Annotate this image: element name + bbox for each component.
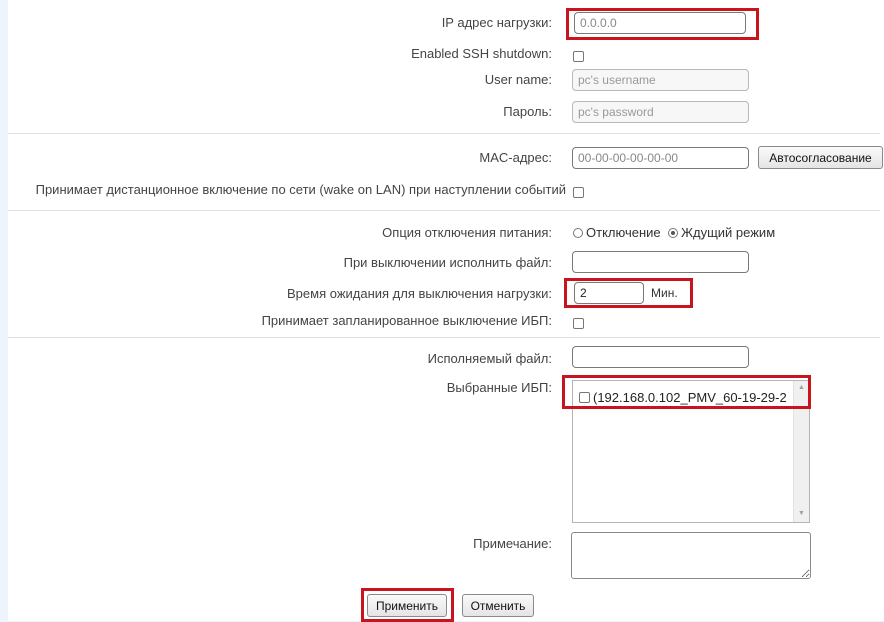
note-label: Примечание:: [473, 536, 552, 551]
exec-file-label: Исполняемый файл:: [427, 351, 552, 366]
ip-highlight: [566, 8, 759, 40]
divider: [8, 133, 880, 134]
scheduled-checkbox[interactable]: [573, 318, 584, 329]
divider: [8, 210, 880, 211]
ups-highlight: [562, 375, 811, 409]
ssh-label: Enabled SSH shutdown:: [411, 46, 552, 61]
divider: [8, 337, 880, 338]
note-textarea[interactable]: [571, 532, 811, 579]
ip-label: IP адрес нагрузки:: [441, 15, 552, 30]
autonegotiate-button[interactable]: Автосогласование: [758, 146, 883, 169]
password-input[interactable]: pc's password: [572, 101, 749, 123]
password-label: Пароль:: [503, 104, 552, 119]
scheduled-label: Принимает запланированное выключение ИБП…: [261, 313, 552, 328]
radio-shutdown-label: Отключение: [586, 225, 661, 240]
wait-time-highlight: [564, 278, 693, 308]
apply-highlight: [361, 588, 454, 622]
cancel-button[interactable]: Отменить: [462, 594, 534, 617]
mac-label: MAC-адрес:: [479, 150, 552, 165]
wol-label: Принимает дистанционное включение по сет…: [35, 182, 566, 197]
wol-checkbox[interactable]: [573, 187, 584, 198]
selected-ups-label: Выбранные ИБП:: [446, 380, 552, 395]
exec-on-shutdown-input[interactable]: [572, 251, 749, 273]
ssh-checkbox[interactable]: [573, 51, 584, 62]
exec-on-shutdown-label: При выключении исполнить файл:: [343, 255, 552, 270]
wait-time-label: Время ожидания для выключения нагрузки:: [287, 286, 552, 301]
radio-standby-label: Ждущий режим: [681, 225, 776, 240]
radio-shutdown[interactable]: [573, 228, 583, 238]
username-input[interactable]: pc's username: [572, 69, 749, 91]
scroll-down-icon[interactable]: ▼: [798, 510, 805, 518]
power-option-label: Опция отключения питания:: [382, 225, 552, 240]
username-label: User name:: [484, 72, 552, 87]
settings-panel: [8, 0, 884, 621]
exec-file-input[interactable]: [572, 346, 749, 368]
mac-input[interactable]: 00-00-00-00-00-00: [572, 147, 749, 169]
radio-standby[interactable]: [668, 228, 678, 238]
